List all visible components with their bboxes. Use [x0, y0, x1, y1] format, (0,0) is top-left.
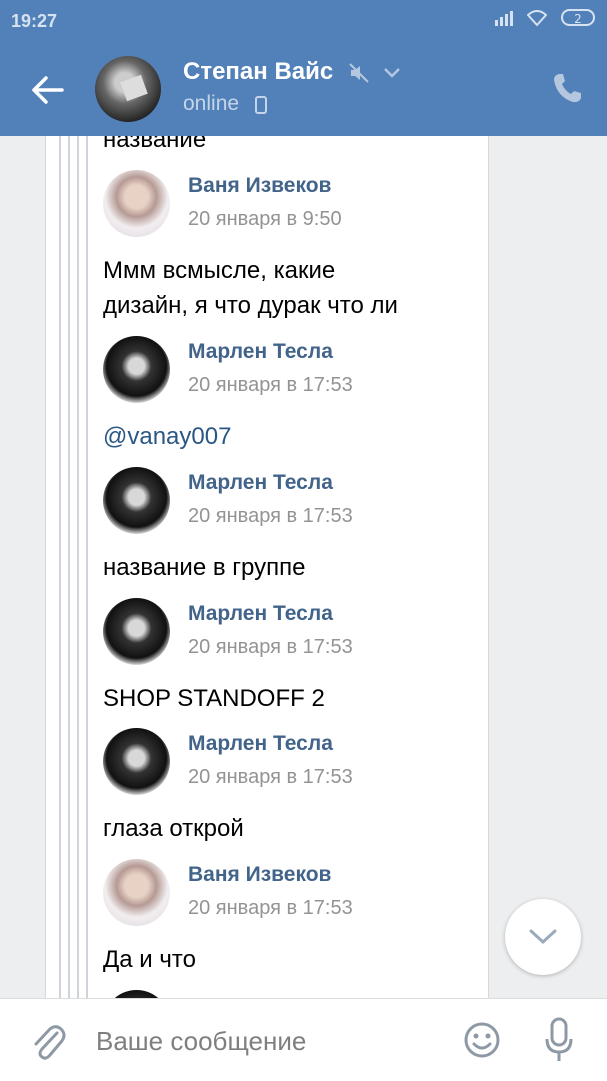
chat-header: 19:27 2 Степан Вайс online [0, 0, 607, 136]
message-text: название в группе [103, 554, 306, 581]
forward-indent-line [68, 136, 70, 998]
attach-icon[interactable] [30, 1019, 66, 1061]
message-date: 20 января в 17:53 [188, 636, 353, 658]
author-avatar[interactable] [103, 467, 170, 534]
message-date: 20 января в 17:53 [188, 374, 353, 396]
message-date: 20 января в 17:53 [188, 766, 353, 788]
muted-icon [349, 63, 369, 83]
message-text: Да и что [103, 946, 196, 973]
mention-link[interactable]: @vanay007 [103, 420, 231, 454]
battery-icon: 2 [561, 9, 595, 26]
author-avatar[interactable] [103, 336, 170, 403]
forward-indent-line [86, 136, 88, 998]
chevron-down-icon [529, 929, 557, 945]
back-arrow-icon[interactable] [30, 74, 66, 106]
message-composer [0, 998, 607, 1081]
peer-status: online [183, 92, 240, 115]
status-icons: 2 [493, 9, 595, 26]
wifi-icon [527, 9, 547, 26]
author-name[interactable]: Марлен Тесла [188, 602, 333, 626]
author-name[interactable]: Ваня Извеков [188, 174, 331, 198]
author-avatar[interactable] [103, 859, 170, 926]
mobile-icon [255, 96, 267, 114]
forward-indent-line [59, 136, 61, 998]
message-text: название [103, 136, 207, 153]
message-date: 20 января в 17:53 [188, 897, 353, 919]
chat-content[interactable]: название Ваня Извеков 20 января в 9:50 М… [0, 136, 607, 998]
message-text: Ммм всмысле, какие [103, 257, 336, 284]
status-bar: 19:27 2 [0, 0, 607, 42]
message-text: SHOP STANDOFF 2 [103, 685, 325, 712]
emoji-icon[interactable] [463, 1021, 501, 1059]
message-input[interactable] [96, 1021, 436, 1061]
microphone-icon[interactable] [544, 1017, 574, 1063]
peer-name[interactable]: Степан Вайс [183, 58, 333, 86]
author-name[interactable]: Марлен Тесла [188, 471, 333, 495]
avatar-sticker [120, 74, 148, 102]
chevron-down-icon[interactable] [382, 66, 402, 80]
author-avatar[interactable] [103, 170, 170, 237]
author-avatar[interactable] [103, 728, 170, 795]
peer-avatar[interactable] [95, 56, 161, 122]
author-name[interactable]: Марлен Тесла [188, 340, 333, 364]
status-time: 19:27 [11, 11, 58, 31]
message-date: 20 января в 17:53 [188, 505, 353, 527]
phone-call-icon[interactable] [552, 72, 582, 104]
author-name[interactable]: Ваня Извеков [188, 863, 331, 887]
message-text: глаза открой [103, 815, 244, 842]
forward-indent-line [77, 136, 79, 998]
author-name[interactable]: Марлен Тесла [188, 732, 333, 756]
message-text: дизайн, я что дурак что ли [103, 292, 398, 319]
scroll-down-button[interactable] [505, 899, 581, 975]
message-date: 20 января в 9:50 [188, 208, 342, 230]
signal-icon [495, 10, 513, 26]
author-avatar[interactable] [103, 598, 170, 665]
